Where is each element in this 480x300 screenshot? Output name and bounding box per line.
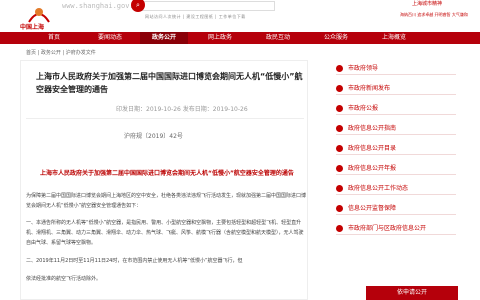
sidebar-item-gazette[interactable]: 市政府公报 <box>336 102 456 115</box>
article-paragraph-1: 为保障第二届中国国际进口博览会期间上海地区的空中安全，杜绝各类违法违规飞行活动发… <box>26 193 307 209</box>
hot-links[interactable]: 网站访问人次统计 | 建设工程图纸 | 工作单位下载 <box>145 14 246 20</box>
sidebar-item-catalog[interactable]: 政府信息公开目录 <box>336 142 456 155</box>
sidebar-item-label: 市政府新闻发布 <box>348 85 391 92</box>
city-spirit-text: 海纳百川 追求卓越 开明睿智 大气谦和 <box>400 12 468 17</box>
sidebar-separator <box>336 94 456 95</box>
bullet-icon <box>336 185 343 192</box>
sidebar-separator <box>336 74 456 75</box>
sidebar-separator <box>336 134 456 135</box>
sidebar-item-annual-report[interactable]: 政府信息公开年报 <box>336 162 456 175</box>
main-nav: 首页 要闻动态 政务公开 网上政务 政民互动 公众服务 上海概览 <box>0 32 480 44</box>
bullet-icon <box>336 205 343 212</box>
sidebar-item-label: 市政府领导 <box>348 65 379 72</box>
sidebar-item-leaders[interactable]: 市政府领导 <box>336 62 456 75</box>
bullet-icon <box>336 145 343 152</box>
article-paragraph-3: 二、2019年11月2日时至11月11日24时，在市范围内禁止使用无人机等“低慢… <box>26 258 243 264</box>
sidebar-item-news[interactable]: 市政府新闻发布 <box>336 82 456 95</box>
sidebar-item-label: 政府信息公开年报 <box>348 165 397 172</box>
sidebar-item-district-disclosure[interactable]: 市政府部门与区政府信息公开 <box>336 222 456 235</box>
article-paragraph-2: 一、本通告所称的无人机等“低慢小”航空器，是指民用、警用、小型航空器和空飘物，主… <box>26 220 304 246</box>
bullet-icon <box>336 65 343 72</box>
nav-gov-affairs[interactable]: 政务公开 <box>140 32 188 44</box>
document-number: 沪府规〔2019〕42号 <box>124 133 183 140</box>
article-divider <box>26 118 304 119</box>
nav-online-services[interactable]: 网上政务 <box>194 32 246 44</box>
bullet-icon <box>336 125 343 132</box>
apply-disclosure-button[interactable]: 依申请公开 <box>366 286 458 300</box>
city-spirit-title: 上海城市精神 <box>412 1 443 7</box>
article-title: 上海市人民政府关于加强第二届中国国际进口博览会期间无人机“低慢小”航空器安全管理… <box>36 72 303 94</box>
sidebar-separator <box>336 234 456 235</box>
bullet-icon <box>336 165 343 172</box>
breadcrumb[interactable]: 首页 | 政务公开 | 沪府办发文件 <box>26 49 96 56</box>
logo-text: 中国上海 <box>20 24 45 31</box>
nav-news[interactable]: 要闻动态 <box>84 32 136 44</box>
sidebar-item-supervision[interactable]: 信息公开监督保障 <box>336 202 456 215</box>
sidebar-item-label: 市政府公报 <box>348 105 379 112</box>
sidebar-separator <box>336 154 456 155</box>
bullet-icon <box>336 105 343 112</box>
shanghai-logo-icon[interactable] <box>26 4 52 24</box>
bullet-icon <box>336 85 343 92</box>
bullet-icon <box>336 225 343 232</box>
sidebar-separator <box>336 214 456 215</box>
sidebar-separator <box>336 174 456 175</box>
sidebar-item-work-updates[interactable]: 政府信息公开工作动态 <box>336 182 456 195</box>
nav-home[interactable]: 首页 <box>30 32 78 44</box>
search-input[interactable] <box>135 1 275 11</box>
sidebar-item-guide[interactable]: 政府信息公开指南 <box>336 122 456 135</box>
sidebar-item-label: 政府信息公开指南 <box>348 125 397 132</box>
nav-interaction[interactable]: 政民互动 <box>252 32 304 44</box>
sidebar-separator <box>336 194 456 195</box>
sidebar-item-label: 信息公开监督保障 <box>348 205 397 212</box>
nav-public-services[interactable]: 公众服务 <box>310 32 362 44</box>
sidebar-item-label: 市政府部门与区政府信息公开 <box>348 225 427 232</box>
nav-overview[interactable]: 上海概览 <box>368 32 420 44</box>
document-title: 上海市人民政府关于加强第二届中国国际进口博览会期间无人机“低慢小”航空器安全管理… <box>40 170 294 177</box>
article-meta: 印发日期：2019-10-26 发布日期：2019-10-26 <box>116 106 248 113</box>
sidebar-separator <box>336 114 456 115</box>
article-paragraph-4: 依法经批准的航空飞行活动除外。 <box>26 276 102 282</box>
sidebar-item-label: 政府信息公开目录 <box>348 145 397 152</box>
sidebar-item-label: 政府信息公开工作动态 <box>348 185 409 192</box>
site-header: 中国上海 www.shanghai.gov.cn ⌕ 网站访问人次统计 | 建设… <box>0 0 480 32</box>
